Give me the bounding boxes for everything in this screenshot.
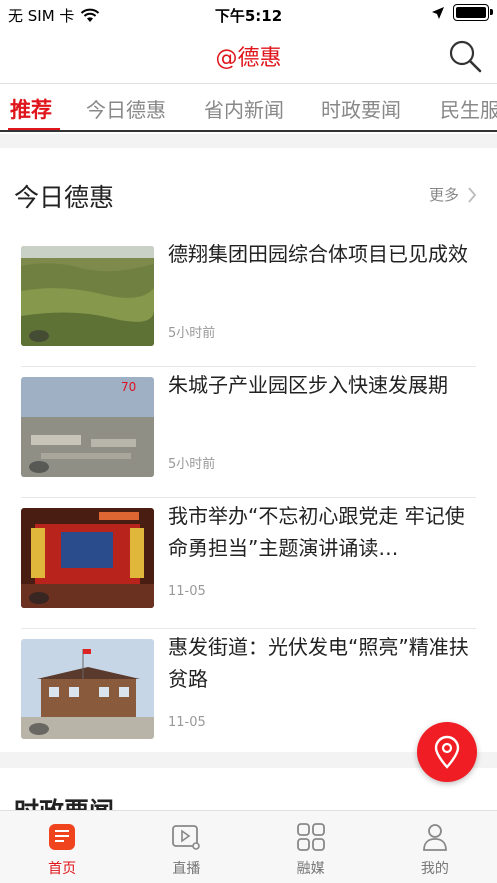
tab-today-dehui[interactable]: 今日德惠 xyxy=(86,94,166,123)
page-title: @德惠 xyxy=(215,46,282,71)
more-button[interactable]: 更多 xyxy=(429,184,477,205)
news-thumbnail xyxy=(21,639,154,739)
location-arrow-icon xyxy=(432,6,444,19)
news-title: 我市举办“不忘初心跟党走 牢记使命勇担当”主题演讲诵读… xyxy=(168,504,465,560)
active-tab-indicator xyxy=(8,128,60,130)
nav-bar: @德惠 xyxy=(0,30,497,84)
battery-icon xyxy=(453,4,493,21)
section-title: 今日德惠 xyxy=(14,183,115,212)
tabbar-profile[interactable]: 我的 xyxy=(373,811,497,883)
category-tabs: 推荐 今日德惠 省内新闻 时政要闻 民生服 xyxy=(0,84,497,132)
chevron-right-icon xyxy=(468,186,477,203)
tab-politics[interactable]: 时政要闻 xyxy=(321,94,401,123)
news-item[interactable]: 德翔集团田园综合体项目已见成效 5小时前 xyxy=(21,236,476,367)
news-time: 11-05 xyxy=(168,715,206,730)
next-section-title: 时政要闻 xyxy=(14,796,114,810)
news-time: 5小时前 xyxy=(168,326,216,341)
location-pin-icon xyxy=(434,735,460,769)
tab-livelihood[interactable]: 民生服 xyxy=(440,94,497,123)
news-title: 朱城子产业园区步入快速发展期 xyxy=(168,373,448,397)
tabbar-label: 直播 xyxy=(172,861,201,877)
grid-icon xyxy=(296,823,325,851)
tabbar-home[interactable]: 首页 xyxy=(0,811,124,883)
news-item[interactable]: 70 朱城子产业园区步入快速发展期 5小时前 xyxy=(21,367,476,498)
tabbar-label: 首页 xyxy=(48,861,77,877)
svg-text:70: 70 xyxy=(121,380,136,394)
section-header: 今日德惠 更多 xyxy=(0,148,497,236)
news-time: 11-05 xyxy=(168,584,206,599)
tabbar-label: 融媒 xyxy=(296,861,325,877)
location-button[interactable] xyxy=(417,722,477,782)
search-icon[interactable] xyxy=(445,36,485,76)
news-thumbnail xyxy=(21,246,154,346)
section-divider xyxy=(0,134,497,148)
more-label: 更多 xyxy=(428,186,459,204)
status-time: 下午5:12 xyxy=(214,7,283,25)
news-thumbnail: 70 xyxy=(21,377,154,477)
tabbar-media[interactable]: 融媒 xyxy=(249,811,373,883)
tabbar-live[interactable]: 直播 xyxy=(124,811,248,883)
news-item[interactable]: 我市举办“不忘初心跟党走 牢记使命勇担当”主题演讲诵读… 11-05 xyxy=(21,498,476,629)
tab-recommend[interactable]: 推荐 xyxy=(10,94,52,124)
bottom-tab-bar: 首页 直播 融媒 我的 xyxy=(0,810,497,883)
tab-provincial-news[interactable]: 省内新闻 xyxy=(204,94,284,123)
news-icon xyxy=(49,824,76,850)
live-video-icon xyxy=(172,825,201,850)
news-item[interactable]: 惠发街道：光伏发电“照亮”精准扶贫路 11-05 xyxy=(21,629,476,760)
news-time: 5小时前 xyxy=(168,457,216,472)
status-bar: 无 SIM 卡 下午5:12 xyxy=(0,0,497,30)
status-right xyxy=(431,4,493,21)
user-icon xyxy=(422,824,447,851)
news-title: 德翔集团田园综合体项目已见成效 xyxy=(168,242,468,266)
news-title: 惠发街道：光伏发电“照亮”精准扶贫路 xyxy=(168,635,469,691)
news-thumbnail xyxy=(21,508,154,608)
tabbar-label: 我的 xyxy=(420,861,449,877)
